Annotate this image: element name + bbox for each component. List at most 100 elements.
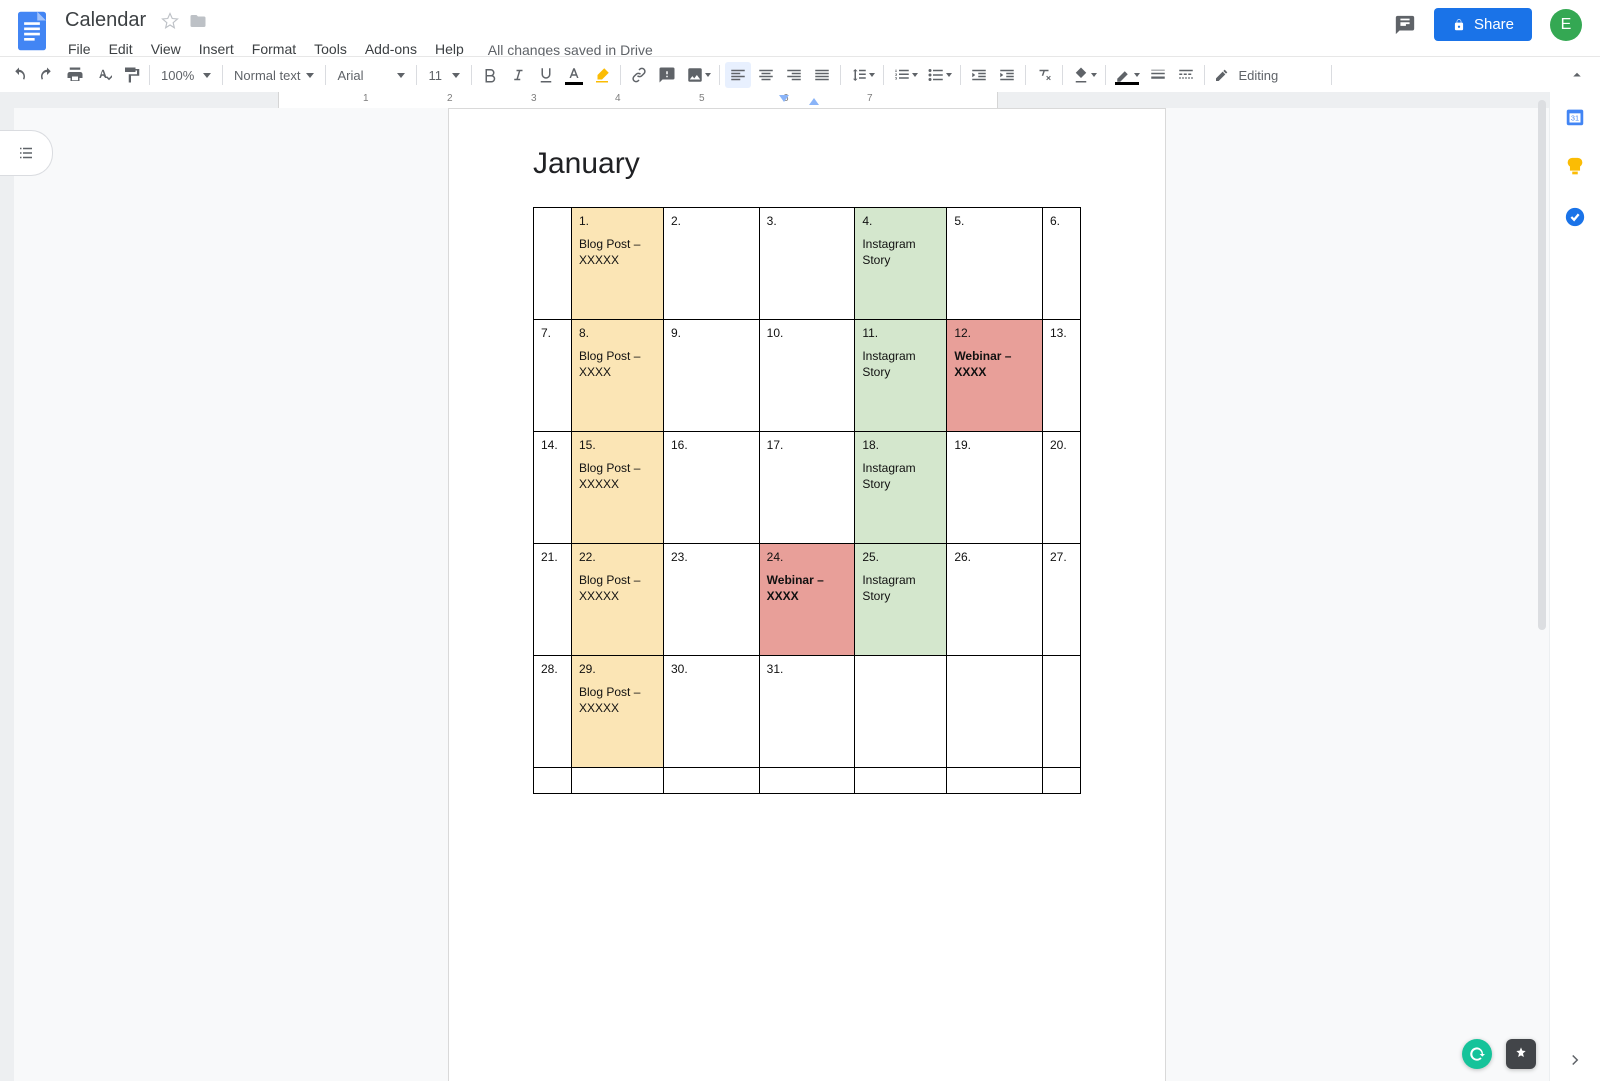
italic-button[interactable] (505, 62, 531, 88)
document-outline-toggle[interactable] (0, 130, 53, 176)
calendar-cell[interactable]: 6. (1043, 208, 1081, 320)
align-justify-button[interactable] (809, 62, 835, 88)
calendar-cell[interactable]: 2. (664, 208, 760, 320)
collapse-toolbar-button[interactable] (1564, 62, 1590, 88)
calendar-addon-icon[interactable]: 31 (1564, 106, 1586, 128)
undo-button[interactable] (6, 62, 32, 88)
comment-history-icon[interactable] (1394, 14, 1416, 36)
highlight-color-button[interactable] (589, 62, 615, 88)
border-style-button[interactable] (1173, 62, 1199, 88)
line-spacing-button[interactable] (846, 62, 878, 88)
calendar-cell[interactable]: 3. (759, 208, 855, 320)
calendar-cell[interactable] (855, 768, 947, 794)
vertical-ruler[interactable] (0, 92, 14, 1081)
show-side-panel-icon[interactable] (1566, 1051, 1584, 1069)
keep-addon-icon[interactable] (1564, 156, 1586, 178)
calendar-cell[interactable] (572, 768, 664, 794)
calendar-cell[interactable]: 19. (947, 432, 1043, 544)
calendar-cell[interactable]: 14. (534, 432, 572, 544)
spellcheck-button[interactable] (90, 62, 116, 88)
decrease-indent-button[interactable] (966, 62, 992, 88)
calendar-cell[interactable]: 4.Instagram Story (855, 208, 947, 320)
calendar-cell[interactable]: 20. (1043, 432, 1081, 544)
font-size-select[interactable]: 11 (422, 62, 466, 88)
calendar-cell[interactable] (534, 208, 572, 320)
calendar-cell[interactable] (1043, 768, 1081, 794)
increase-indent-button[interactable] (994, 62, 1020, 88)
bold-button[interactable] (477, 62, 503, 88)
document-title[interactable]: Calendar (60, 6, 151, 35)
calendar-event: Webinar – XXXX (954, 348, 1036, 380)
calendar-cell[interactable]: 24.Webinar – XXXX (759, 544, 855, 656)
calendar-cell[interactable] (855, 656, 947, 768)
calendar-cell[interactable]: 1.Blog Post – XXXXX (572, 208, 664, 320)
insert-link-button[interactable] (626, 62, 652, 88)
numbered-list-button[interactable] (889, 62, 921, 88)
calendar-cell[interactable] (759, 768, 855, 794)
calendar-cell[interactable]: 31. (759, 656, 855, 768)
tasks-addon-icon[interactable] (1564, 206, 1586, 228)
calendar-cell[interactable]: 22.Blog Post – XXXXX (572, 544, 664, 656)
left-indent-marker[interactable] (809, 98, 819, 105)
calendar-cell[interactable]: 27. (1043, 544, 1081, 656)
editing-mode-select[interactable]: Editing (1214, 67, 1326, 83)
redo-button[interactable] (34, 62, 60, 88)
grammarly-fab[interactable] (1462, 1039, 1492, 1069)
docs-logo-icon[interactable] (14, 10, 50, 52)
cell-fill-color-button[interactable] (1068, 62, 1100, 88)
bulleted-list-button[interactable] (923, 62, 955, 88)
calendar-cell[interactable] (1043, 656, 1081, 768)
horizontal-ruler[interactable]: 1 2 3 4 5 6 7 (14, 92, 1600, 108)
explore-fab[interactable] (1506, 1039, 1536, 1069)
align-right-button[interactable] (781, 62, 807, 88)
calendar-cell[interactable]: 30. (664, 656, 760, 768)
text-color-button[interactable] (561, 62, 587, 88)
calendar-cell[interactable]: 21. (534, 544, 572, 656)
calendar-cell[interactable]: 5. (947, 208, 1043, 320)
lock-icon (1452, 18, 1466, 32)
align-left-button[interactable] (725, 62, 751, 88)
calendar-cell[interactable]: 16. (664, 432, 760, 544)
document-scroll-area[interactable]: 1 2 3 4 5 6 7 January 1.Blog Post – XXXX… (14, 92, 1600, 1081)
calendar-cell[interactable]: 12.Webinar – XXXX (947, 320, 1043, 432)
folder-move-icon[interactable] (189, 12, 207, 30)
insert-comment-button[interactable] (654, 62, 680, 88)
calendar-table[interactable]: 1.Blog Post – XXXXX2.3.4.Instagram Story… (533, 207, 1081, 794)
calendar-cell[interactable]: 18.Instagram Story (855, 432, 947, 544)
border-width-button[interactable] (1145, 62, 1171, 88)
print-button[interactable] (62, 62, 88, 88)
calendar-cell[interactable] (947, 768, 1043, 794)
calendar-cell[interactable]: 26. (947, 544, 1043, 656)
calendar-cell[interactable]: 11.Instagram Story (855, 320, 947, 432)
calendar-cell[interactable]: 17. (759, 432, 855, 544)
zoom-select[interactable]: 100% (155, 62, 217, 88)
clear-formatting-button[interactable] (1031, 62, 1057, 88)
calendar-cell[interactable] (534, 768, 572, 794)
first-line-indent-marker[interactable] (779, 95, 789, 102)
paragraph-style-select[interactable]: Normal text (228, 62, 320, 88)
star-icon[interactable] (161, 12, 179, 30)
calendar-cell[interactable]: 7. (534, 320, 572, 432)
document-page[interactable]: January 1.Blog Post – XXXXX2.3.4.Instagr… (448, 108, 1166, 1081)
align-center-button[interactable] (753, 62, 779, 88)
calendar-cell[interactable]: 10. (759, 320, 855, 432)
share-button[interactable]: Share (1434, 8, 1532, 41)
calendar-cell[interactable]: 13. (1043, 320, 1081, 432)
calendar-cell[interactable]: 8.Blog Post – XXXX (572, 320, 664, 432)
vertical-scrollbar[interactable] (1536, 100, 1548, 1035)
account-avatar[interactable]: E (1550, 9, 1582, 41)
insert-image-button[interactable] (682, 62, 714, 88)
calendar-cell[interactable]: 29.Blog Post – XXXXX (572, 656, 664, 768)
calendar-cell[interactable]: 9. (664, 320, 760, 432)
calendar-cell[interactable]: 15.Blog Post – XXXXX (572, 432, 664, 544)
calendar-cell[interactable]: 25.Instagram Story (855, 544, 947, 656)
calendar-cell[interactable] (947, 656, 1043, 768)
calendar-cell[interactable]: 28. (534, 656, 572, 768)
calendar-cell[interactable]: 23. (664, 544, 760, 656)
font-family-select[interactable]: Arial (331, 62, 411, 88)
border-color-button[interactable] (1111, 62, 1143, 88)
month-heading[interactable]: January (533, 147, 1081, 181)
paint-format-button[interactable] (118, 62, 144, 88)
underline-button[interactable] (533, 62, 559, 88)
calendar-cell[interactable] (664, 768, 760, 794)
